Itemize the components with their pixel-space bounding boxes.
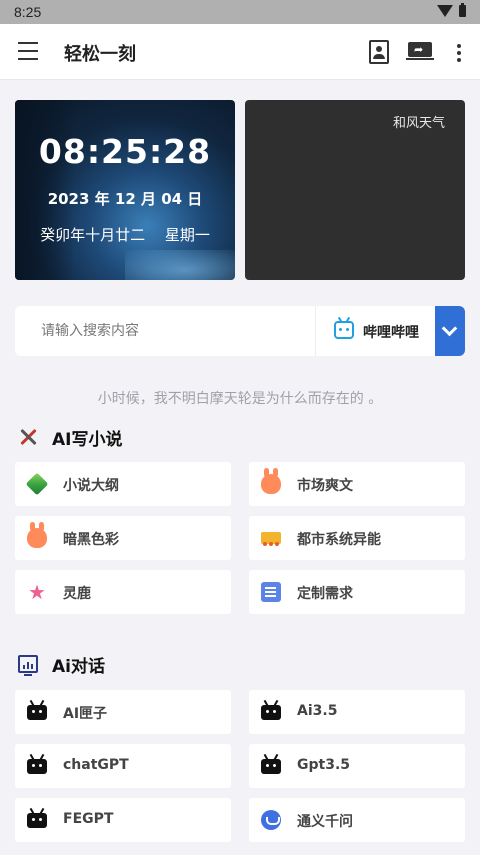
tile-dark-style[interactable]: 暗黑色彩 — [15, 516, 231, 560]
tile-fegpt[interactable]: FEGPT — [15, 798, 231, 842]
tile-label: 暗黑色彩 — [63, 532, 119, 548]
section-header-ai-chat: Ai对话 — [18, 652, 105, 677]
quote-text: 小时候，我不明白摩天轮是为什么而存在的 。 — [97, 391, 383, 407]
tile-label: 定制需求 — [297, 586, 353, 602]
more-options-icon[interactable] — [457, 44, 461, 62]
section-title: AI写小说 — [52, 429, 123, 450]
monitor-icon — [18, 655, 38, 676]
battery-icon — [459, 3, 466, 17]
search-input[interactable] — [15, 306, 315, 356]
status-time: 8:25 — [14, 4, 42, 20]
tile-label: Gpt3.5 — [297, 757, 351, 773]
tile-tongyi[interactable]: 通义千问 — [249, 798, 465, 842]
weather-card[interactable]: 和风天气 — [245, 100, 465, 280]
clock-time: 08:25:28 — [38, 132, 212, 171]
tile-chatgpt[interactable]: chatGPT — [15, 744, 231, 788]
tile-novel-outline[interactable]: 小说大纲 — [15, 462, 231, 506]
status-icons — [437, 3, 466, 17]
document-icon — [261, 582, 281, 602]
star-icon: ★ — [28, 580, 46, 604]
menu-icon[interactable] — [18, 42, 38, 60]
tile-label: chatGPT — [63, 757, 129, 773]
tile-label: 都市系统异能 — [297, 532, 381, 548]
tile-gpt35[interactable]: Gpt3.5 — [249, 744, 465, 788]
search-engine-label: 哔哩哔哩 — [363, 325, 419, 341]
search-engine-dropdown-button[interactable] — [435, 306, 465, 356]
section-header-ai-novel: AI写小说 — [18, 425, 123, 450]
tile-custom-request[interactable]: 定制需求 — [249, 570, 465, 614]
wifi-icon — [437, 5, 453, 17]
tile-label: 灵鹿 — [63, 586, 91, 602]
weather-label: 和风天气 — [392, 116, 445, 131]
tv-icon — [27, 759, 47, 774]
tile-label: 市场爽文 — [297, 478, 353, 494]
status-bar: 8:25 — [0, 0, 480, 24]
tile-ai35[interactable]: Ai3.5 — [249, 690, 465, 734]
chevron-down-icon — [441, 320, 458, 337]
page-title: 轻松一刻 — [64, 44, 136, 65]
search-bar: 哔哩哔哩 — [15, 306, 465, 356]
clock-date: 2023 年 12 月 04 日 — [47, 190, 203, 208]
tile-ai-box[interactable]: AI匣子 — [15, 690, 231, 734]
share-screen-icon[interactable]: ➦ — [406, 42, 434, 60]
bunny-icon — [261, 468, 281, 494]
bilibili-icon — [334, 316, 354, 339]
cube-icon — [25, 472, 49, 496]
tv-icon — [27, 813, 47, 828]
tile-label: AI匣子 — [63, 706, 108, 722]
clock-card[interactable]: 08:25:28 2023 年 12 月 04 日 癸卯年十月廿二 星期一 — [15, 100, 235, 280]
app-bar: 轻松一刻 ➦ — [0, 24, 480, 80]
tile-urban-system[interactable]: 都市系统异能 — [249, 516, 465, 560]
section-title: Ai对话 — [52, 656, 105, 677]
contacts-icon[interactable] — [369, 40, 389, 64]
tile-label: 通义千问 — [297, 814, 353, 830]
background-glow — [125, 250, 235, 280]
search-engine-select[interactable]: 哔哩哔哩 — [315, 306, 435, 356]
tile-market-novel[interactable]: 市场爽文 — [249, 462, 465, 506]
tools-icon — [18, 427, 38, 447]
tile-label: Ai3.5 — [297, 703, 338, 719]
tile-lingdeer[interactable]: ★ 灵鹿 — [15, 570, 231, 614]
clock-lunar-date: 癸卯年十月廿二 星期一 — [40, 226, 210, 244]
tv-icon — [261, 705, 281, 720]
cloud-icon — [261, 810, 281, 830]
tv-icon — [27, 705, 47, 720]
bunny-icon — [27, 522, 47, 548]
tile-label: FEGPT — [63, 811, 114, 827]
truck-icon — [261, 532, 281, 546]
tv-icon — [261, 759, 281, 774]
tile-label: 小说大纲 — [63, 478, 119, 494]
